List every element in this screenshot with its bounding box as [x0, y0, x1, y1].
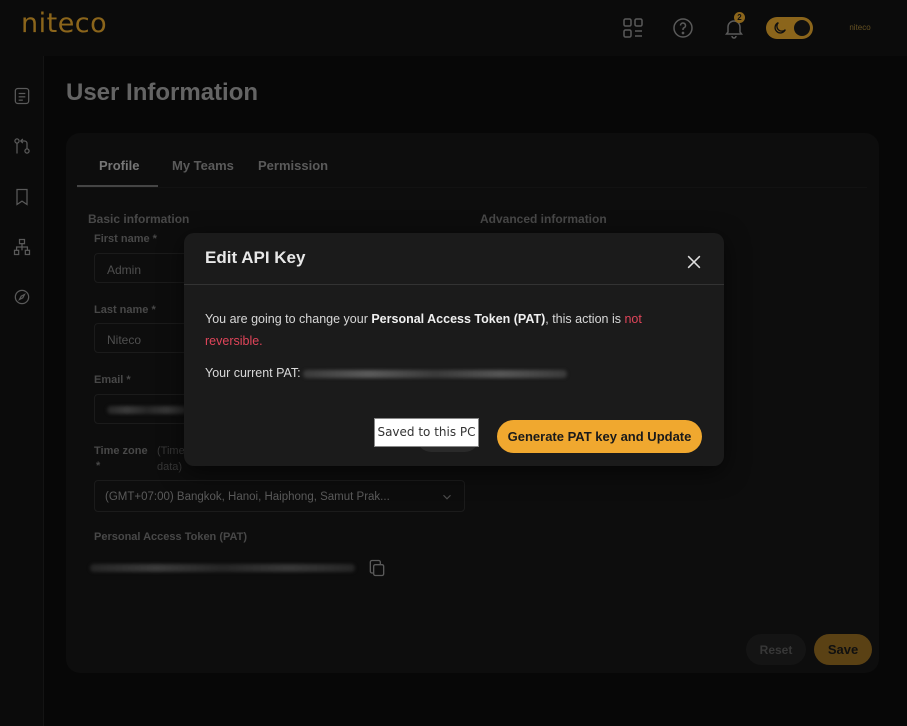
edit-api-key-modal: Edit API Key You are going to change you…: [184, 233, 724, 466]
modal-divider: [184, 284, 724, 285]
modal-warning-text: You are going to change your Personal Ac…: [205, 308, 695, 352]
warning-prefix: You are going to change your: [205, 312, 372, 326]
close-icon[interactable]: [684, 252, 704, 272]
current-pat-redacted: [303, 370, 567, 378]
saved-tooltip: Saved to this PC: [374, 418, 479, 447]
modal-title: Edit API Key: [205, 248, 306, 267]
current-pat-label: Your current PAT:: [205, 366, 301, 380]
generate-pat-button[interactable]: Generate PAT key and Update: [497, 420, 702, 453]
warning-mid: , this action is: [545, 312, 625, 326]
warning-pat-term: Personal Access Token (PAT): [371, 312, 546, 326]
